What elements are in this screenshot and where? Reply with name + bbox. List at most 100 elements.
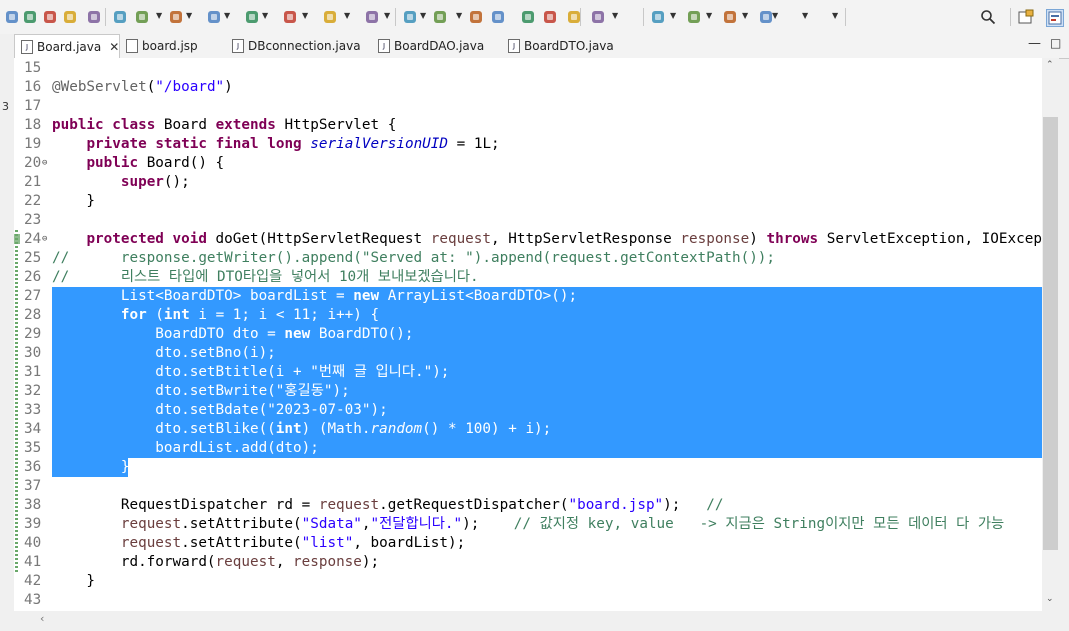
code-line[interactable]: 31 dto.setBtitle(i + "번째 글 입니다."); [14, 363, 1042, 382]
code-line[interactable]: 23 [14, 211, 1042, 230]
tab-boarddto-java[interactable]: J BoardDTO.java [502, 34, 614, 58]
dropdown-arrow-icon[interactable]: ▼ [706, 11, 712, 20]
next-edit-icon[interactable] [590, 9, 606, 25]
show-whitespace-icon[interactable] [520, 9, 536, 25]
code-line[interactable]: 21 super(); [14, 173, 1042, 192]
fold-toggle-icon[interactable]: ⊖ [42, 230, 47, 249]
dropdown-arrow-icon[interactable]: ▼ [772, 11, 778, 20]
save-icon[interactable] [4, 9, 20, 25]
globe-icon[interactable] [542, 9, 558, 25]
maximize-icon[interactable]: □ [1050, 36, 1061, 50]
dropdown-arrow-icon[interactable]: ▼ [156, 11, 162, 20]
code-line[interactable]: 33 dto.setBdate("2023-07-03"); [14, 401, 1042, 420]
code-line[interactable]: 30 dto.setBno(i); [14, 344, 1042, 363]
dropdown-arrow-icon[interactable]: ▼ [344, 11, 350, 20]
code-text: } [52, 193, 96, 209]
line-number: 28 [24, 307, 42, 323]
code-text: request.setAttribute("Sdata","전달합니다."); … [120, 516, 1005, 532]
code-text: dto.setBno(i); [52, 345, 276, 361]
refactor-icon[interactable] [86, 9, 102, 25]
dropdown-arrow-icon[interactable]: ▼ [420, 11, 426, 20]
code-line[interactable]: 39 request.setAttribute("Sdata","전달합니다."… [14, 515, 1042, 534]
code-line[interactable]: 27 List<BoardDTO> boardList = new ArrayL… [14, 287, 1042, 306]
dropdown-arrow-icon[interactable]: ▼ [224, 11, 230, 20]
dropdown-arrow-icon[interactable]: ▼ [742, 11, 748, 20]
scroll-up-icon[interactable]: ⌃ [1046, 60, 1054, 70]
redo-icon[interactable] [42, 9, 58, 25]
run-icon[interactable] [168, 9, 184, 25]
tab-boarddao-java[interactable]: J BoardDAO.java [372, 34, 498, 58]
external-tools-icon[interactable] [244, 9, 260, 25]
code-line[interactable]: 16 @WebServlet("/board") [14, 78, 1042, 97]
dropdown-arrow-icon[interactable]: ▼ [802, 11, 808, 20]
code-line[interactable]: 34 dto.setBlike((int) (Math.random() * 1… [14, 420, 1042, 439]
dropdown-arrow-icon[interactable]: ▼ [612, 11, 618, 20]
code-line[interactable]: 18 public class Board extends HttpServlet… [14, 116, 1042, 135]
code-line[interactable]: 38 RequestDispatcher rd = request.getReq… [14, 496, 1042, 515]
forward-icon[interactable] [722, 9, 738, 25]
new-class-icon[interactable] [282, 9, 298, 25]
back-icon[interactable] [686, 9, 702, 25]
prev-edit-icon[interactable] [650, 9, 666, 25]
code-line[interactable]: 32 dto.setBwrite("홍길동"); [14, 382, 1042, 401]
code-line[interactable]: 22 } [14, 192, 1042, 211]
code-line[interactable]: 35 boardList.add(dto); [14, 439, 1042, 458]
code-line[interactable]: 24 protected void doGet(HttpServletReque… [14, 230, 1042, 249]
debug-icon[interactable] [134, 9, 150, 25]
code-editor[interactable]: 15 16 @WebServlet("/board") 17 18 public clas… [14, 58, 1042, 611]
run-coverage-icon[interactable] [206, 9, 222, 25]
java-ee-perspective-icon[interactable] [1046, 9, 1064, 27]
dropdown-arrow-icon[interactable]: ▼ [186, 11, 192, 20]
code-line[interactable]: 17 [14, 97, 1042, 116]
open-perspective-icon[interactable] [1018, 9, 1034, 25]
toggle-block-icon[interactable] [490, 9, 506, 25]
horizontal-scrollbar[interactable]: ‹ [38, 611, 1059, 628]
dropdown-arrow-icon[interactable]: ▼ [262, 11, 268, 20]
quick-diff-bar [15, 230, 18, 572]
code-line[interactable]: 15 [14, 59, 1042, 78]
highlight-icon[interactable] [468, 9, 484, 25]
tab-board-java[interactable]: J Board.java ✕ [14, 34, 120, 59]
dropdown-arrow-icon[interactable]: ▼ [384, 11, 390, 20]
dropdown-arrow-icon[interactable]: ▼ [302, 11, 308, 20]
fold-toggle-icon[interactable]: ⊖ [42, 154, 47, 173]
vertical-scroll-thumb[interactable] [1043, 117, 1058, 550]
code-text: rd.forward(request, response); [52, 554, 380, 570]
open-type-icon[interactable] [364, 9, 380, 25]
tab-board-jsp[interactable]: board.jsp [120, 34, 222, 58]
code-line[interactable]: 37 [14, 477, 1042, 496]
code-line[interactable]: 40 request.setAttribute("list", boardLis… [14, 534, 1042, 553]
code-line[interactable]: 28 for (int i = 1; i < 11; i++) { [14, 306, 1042, 325]
search-icon[interactable] [980, 9, 996, 25]
code-line[interactable]: 26 // 리스트 타입에 DTO타입을 넣어서 10개 보내보겠습니다. [14, 268, 1042, 287]
line-number: 36 [24, 459, 42, 475]
line-number: 15 [24, 60, 42, 76]
code-line[interactable]: 25 // response.getWriter().append("Served… [14, 249, 1042, 268]
code-line[interactable]: 19 private static final long serialVersi… [14, 135, 1042, 154]
code-line[interactable]: 42 } [14, 572, 1042, 591]
minimize-icon[interactable]: — [1028, 36, 1041, 51]
scroll-left-icon[interactable]: ‹ [40, 612, 44, 625]
code-line[interactable]: 20 public Board() {⊖ [14, 154, 1042, 173]
undo-icon[interactable] [22, 9, 38, 25]
open-task-icon[interactable] [402, 9, 418, 25]
toolbar-separator [845, 8, 846, 26]
close-tab-icon[interactable]: ✕ [109, 40, 119, 54]
new-package-icon[interactable] [322, 9, 338, 25]
dropdown-arrow-icon[interactable]: ▼ [456, 11, 462, 20]
dropdown-arrow-icon[interactable]: ▼ [832, 11, 838, 20]
dropdown-arrow-icon[interactable]: ▼ [670, 11, 676, 20]
line-number: 26 [24, 269, 42, 285]
tab-label: BoardDAO.java [394, 39, 485, 53]
code-line[interactable]: 41 rd.forward(request, response); [14, 553, 1042, 572]
build-icon[interactable] [112, 9, 128, 25]
line-number: 27 [24, 288, 42, 304]
code-line[interactable]: 43 [14, 591, 1042, 610]
line-number: 38 [24, 497, 42, 513]
tab-dbconnection-java[interactable]: J DBconnection.java [226, 34, 368, 58]
scroll-down-icon[interactable]: ⌄ [1046, 594, 1054, 604]
code-line[interactable]: 29 BoardDTO dto = new BoardDTO(); [14, 325, 1042, 344]
code-line[interactable]: 36 } [14, 458, 1042, 477]
next-annotation-icon[interactable] [432, 9, 448, 25]
skip-icon[interactable] [62, 9, 78, 25]
